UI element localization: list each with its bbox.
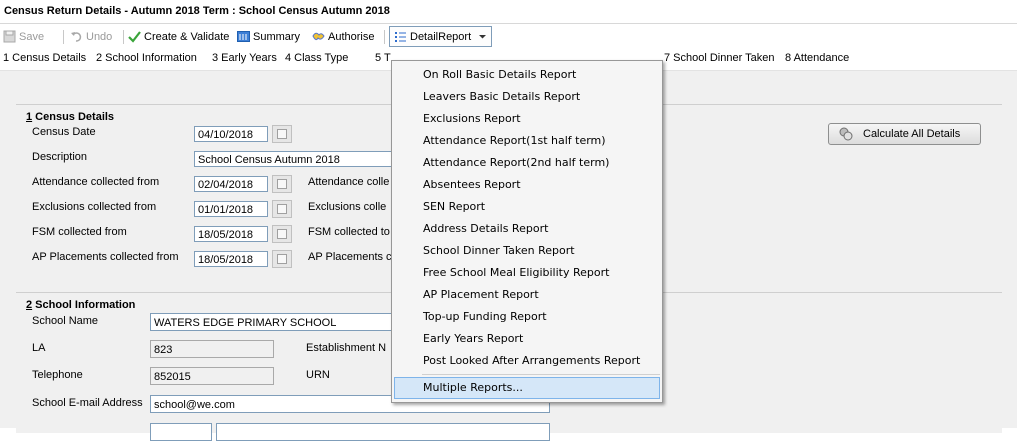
school-information-heading: 2 School Information — [26, 299, 136, 311]
attendance-to-label: Attendance colle — [308, 176, 390, 188]
detail-report-dropdown-button[interactable]: DetailReport — [389, 26, 493, 47]
toolbar-separator — [384, 30, 385, 44]
tab-school-information[interactable]: 2 School Information — [96, 52, 197, 64]
calendar-button[interactable] — [272, 250, 292, 268]
telephone-label: Telephone — [32, 369, 83, 381]
menu-item-address-details[interactable]: Address Details Report — [394, 218, 660, 240]
tab-census-details[interactable]: 1 Census Details — [3, 52, 86, 64]
calendar-button[interactable] — [272, 125, 292, 143]
undo-button[interactable]: Undo — [70, 28, 112, 45]
exclusions-from-field[interactable]: 01/01/2018 — [194, 201, 268, 217]
calendar-icon — [277, 179, 287, 189]
calendar-button[interactable] — [272, 175, 292, 193]
calendar-button[interactable] — [272, 200, 292, 218]
menu-item-school-dinner-taken[interactable]: School Dinner Taken Report — [394, 240, 660, 262]
exclusions-to-label: Exclusions colle — [308, 201, 387, 213]
menu-item-fsm-eligibility[interactable]: Free School Meal Eligibility Report — [394, 262, 660, 284]
authorise-button[interactable]: Authorise — [312, 28, 374, 45]
menu-item-leavers-basic-details[interactable]: Leavers Basic Details Report — [394, 86, 660, 108]
menu-item-top-up-funding[interactable]: Top-up Funding Report — [394, 306, 660, 328]
urn-label: URN — [306, 369, 330, 381]
menu-item-ap-placement[interactable]: AP Placement Report — [394, 284, 660, 306]
chevron-down-icon — [479, 35, 487, 39]
create-validate-button[interactable]: Create & Validate — [128, 28, 229, 45]
list-icon — [395, 32, 406, 42]
la-field[interactable]: 823 — [150, 340, 274, 358]
menu-item-sen[interactable]: SEN Report — [394, 196, 660, 218]
census-date-field[interactable]: 04/10/2018 — [194, 126, 268, 142]
menu-item-multiple-reports[interactable]: Multiple Reports... — [394, 377, 660, 399]
window-titlebar: Census Return Details - Autumn 2018 Term… — [0, 0, 1017, 24]
extra-field[interactable] — [216, 423, 550, 441]
authorise-icon — [312, 32, 325, 41]
calendar-icon — [277, 204, 287, 214]
description-field[interactable]: School Census Autumn 2018 — [194, 151, 406, 167]
census-date-label: Census Date — [32, 126, 96, 138]
menu-item-absentees[interactable]: Absentees Report — [394, 174, 660, 196]
save-button[interactable]: Save — [3, 28, 44, 45]
tab-attendance[interactable]: 8 Attendance — [785, 52, 849, 64]
toolbar: Save Undo Create & Validate Summary Auth… — [0, 24, 1017, 48]
establishment-number-label: Establishment N — [306, 342, 387, 354]
menu-item-exclusions[interactable]: Exclusions Report — [394, 108, 660, 130]
toolbar-separator — [63, 30, 64, 44]
menu-item-on-roll-basic-details[interactable]: On Roll Basic Details Report — [394, 64, 660, 86]
calendar-icon — [277, 254, 287, 264]
la-label: LA — [32, 342, 46, 354]
description-label: Description — [32, 151, 88, 163]
fsm-from-field[interactable]: 18/05/2018 — [194, 226, 268, 242]
menu-item-attendance-2nd-half[interactable]: Attendance Report(2nd half term) — [394, 152, 660, 174]
exclusions-from-label: Exclusions collected from — [32, 201, 157, 213]
calculate-all-details-button[interactable]: Calculate All Details — [828, 123, 981, 145]
email-label: School E-mail Address — [32, 397, 143, 409]
checkmark-icon — [128, 31, 141, 43]
calendar-button[interactable] — [272, 225, 292, 243]
telephone-field[interactable]: 852015 — [150, 367, 274, 385]
ap-placements-to-label: AP Placements c — [308, 251, 392, 263]
attendance-from-field[interactable]: 02/04/2018 — [194, 176, 268, 192]
calendar-icon — [277, 229, 287, 239]
fsm-to-label: FSM collected to — [308, 226, 390, 238]
menu-item-attendance-1st-half[interactable]: Attendance Report(1st half term) — [394, 130, 660, 152]
menu-item-early-years[interactable]: Early Years Report — [394, 328, 660, 350]
census-details-heading: 1 Census Details — [26, 111, 115, 123]
ap-placements-from-label: AP Placements collected from — [32, 251, 179, 263]
menu-item-post-looked-after[interactable]: Post Looked After Arrangements Report — [394, 350, 660, 372]
fsm-from-label: FSM collected from — [32, 226, 127, 238]
tab-early-years[interactable]: 3 Early Years — [212, 52, 277, 64]
toolbar-separator — [123, 30, 124, 44]
summary-button[interactable]: Summary — [237, 28, 300, 45]
school-name-label: School Name — [32, 315, 99, 327]
tab-5[interactable]: 5 T — [375, 52, 391, 64]
window-title: Census Return Details - Autumn 2018 Term… — [4, 5, 390, 17]
extra-field[interactable] — [150, 423, 212, 441]
calculate-icon — [839, 127, 853, 141]
tab-school-dinner-taken[interactable]: 7 School Dinner Taken — [664, 52, 774, 64]
tab-class-type[interactable]: 4 Class Type — [285, 52, 348, 64]
attendance-from-label: Attendance collected from — [32, 176, 160, 188]
ap-placements-from-field[interactable]: 18/05/2018 — [194, 251, 268, 267]
menu-separator — [422, 374, 660, 375]
calendar-icon — [277, 129, 287, 139]
save-icon — [3, 30, 16, 43]
summary-icon — [237, 31, 250, 42]
undo-icon — [71, 32, 82, 42]
detail-report-menu: On Roll Basic Details Report Leavers Bas… — [391, 60, 663, 403]
